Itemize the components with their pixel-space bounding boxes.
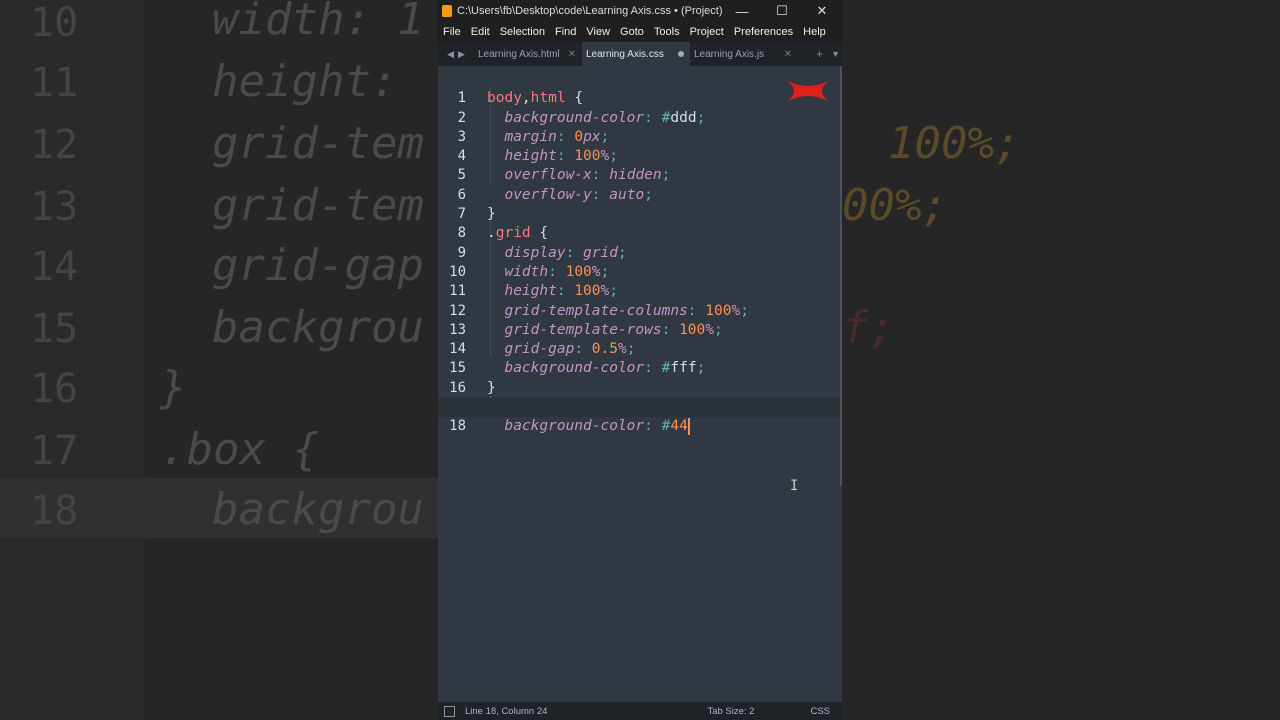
window-title: C:\Users\fb\Desktop\code\Learning Axis.c…: [457, 5, 722, 17]
cursor-position[interactable]: Line 18, Column 24: [465, 706, 707, 717]
code-line: 17.box {: [438, 379, 842, 415]
bg-code-text: f;: [842, 302, 895, 353]
code-line: 15 background-color: #fff;: [438, 340, 842, 376]
tab-label: Learning Axis.html: [478, 48, 560, 60]
bg-line-number: 12: [30, 122, 79, 168]
menu-edit[interactable]: Edit: [466, 26, 495, 38]
tab-navigation: ◀ ▶: [438, 42, 474, 66]
tab-close-icon[interactable]: ✕: [568, 49, 576, 60]
code-line: 12 grid-template-columns: 100%;: [438, 282, 842, 319]
code-line: 11 height: 100%;: [438, 263, 842, 299]
tab-learning-axis-html[interactable]: Learning Axis.html ✕: [474, 42, 582, 66]
tab-list-icon[interactable]: ▼: [831, 49, 840, 59]
sublime-window: C:\Users\fb\Desktop\code\Learning Axis.c…: [438, 0, 842, 720]
code-line: 7}: [438, 186, 842, 222]
tab-label: Learning Axis.js: [694, 48, 765, 60]
code-line: 2 background-color: #ddd;: [438, 89, 842, 126]
tab-label: Learning Axis.css: [586, 48, 664, 60]
code-line: 16}: [438, 360, 842, 396]
code-line: 5 overflow-x: hidden;: [438, 147, 842, 183]
menu-preferences[interactable]: Preferences: [729, 26, 798, 38]
code-line: 4 height: 100%;: [438, 128, 842, 164]
bg-code-text: 00%;: [842, 180, 948, 231]
bg-line-number: 14: [30, 244, 79, 290]
menu-find[interactable]: Find: [550, 26, 581, 38]
code-line: 1 body,html {: [438, 70, 842, 106]
code-line: 9 display: grid;: [438, 224, 842, 261]
bg-gutter: [0, 0, 145, 720]
menu-goto[interactable]: Goto: [615, 26, 649, 38]
new-tab-icon[interactable]: +: [816, 47, 823, 61]
menu-bar: File Edit Selection Find View Goto Tools…: [438, 22, 842, 42]
tab-learning-axis-css[interactable]: Learning Axis.css: [582, 42, 690, 66]
line-number: 18: [449, 418, 466, 435]
maximize-button[interactable]: ☐: [762, 3, 802, 19]
tab-next-icon[interactable]: ▶: [458, 49, 465, 60]
bg-right-panel: 100%; 00%; f;: [842, 0, 1280, 720]
bg-line-number: 16: [30, 366, 79, 412]
panel-toggle-icon[interactable]: [444, 705, 455, 717]
bg-line-number: 18: [30, 488, 79, 534]
bg-line-number: 13: [30, 184, 79, 230]
code-line: 3 margin: 0px;: [438, 109, 842, 145]
tab-learning-axis-js[interactable]: Learning Axis.js ✕: [690, 42, 798, 66]
code-line: 10 width: 100%;: [438, 244, 842, 280]
tab-bar: ◀ ▶ Learning Axis.html ✕ Learning Axis.c…: [438, 42, 842, 66]
code-text: background-color: #44: [504, 417, 690, 435]
modified-dot-icon[interactable]: [678, 51, 684, 57]
status-bar: Line 18, Column 24 Tab Size: 2 CSS: [438, 702, 842, 720]
tab-prev-icon[interactable]: ◀: [447, 49, 454, 60]
ibeam-cursor-icon: I: [790, 478, 799, 494]
menu-view[interactable]: View: [581, 26, 615, 38]
minimize-button[interactable]: —: [722, 4, 762, 19]
menu-help[interactable]: Help: [798, 26, 831, 38]
tab-size[interactable]: Tab Size: 2: [707, 706, 754, 717]
bg-line-number: 15: [30, 306, 79, 352]
brand-logo-icon: [786, 80, 830, 102]
menu-file[interactable]: File: [438, 26, 466, 38]
close-button[interactable]: ✕: [802, 3, 842, 19]
code-line: 6 overflow-y: auto;: [438, 167, 842, 203]
menu-project[interactable]: Project: [685, 26, 729, 38]
code-line: 13 grid-template-rows: 100%;: [438, 302, 842, 338]
code-line: 14 grid-gap: 0.5%;: [438, 321, 842, 357]
bg-code-text: 100%;: [888, 118, 1021, 169]
code-line: 8 .grid {: [438, 205, 842, 241]
tab-bar-actions: + ▼: [798, 42, 842, 66]
code-line-current: 18 background-color: #44: [438, 398, 842, 435]
menu-selection[interactable]: Selection: [495, 26, 550, 38]
text-cursor: [687, 417, 690, 435]
code-editor[interactable]: 1 body,html { 2 background-color: #ddd; 3…: [438, 66, 842, 702]
sublime-app-icon: [442, 5, 452, 17]
bg-line-number: 10: [30, 0, 79, 46]
scrollbar[interactable]: [840, 66, 842, 486]
syntax-mode[interactable]: CSS: [810, 706, 830, 717]
menu-tools[interactable]: Tools: [649, 26, 685, 38]
bg-line-number: 17: [30, 428, 79, 474]
bg-line-number: 11: [30, 60, 79, 106]
tab-close-icon[interactable]: ✕: [784, 49, 792, 60]
title-bar: C:\Users\fb\Desktop\code\Learning Axis.c…: [438, 0, 842, 22]
